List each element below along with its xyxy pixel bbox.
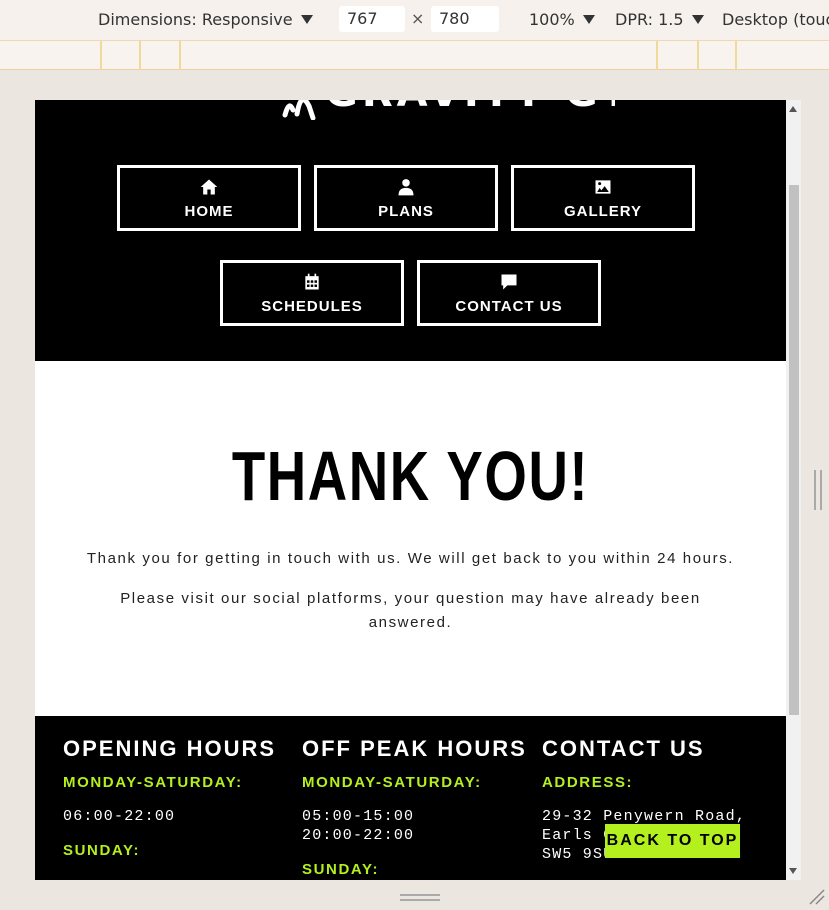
- dpr-dropdown[interactable]: DPR: 1.5: [615, 10, 704, 29]
- height-input[interactable]: 780: [431, 6, 499, 32]
- devtools-toolbar: Dimensions: Responsive 767 × 780 100% DP…: [0, 0, 829, 40]
- scroll-down-arrow-icon[interactable]: [789, 868, 797, 874]
- ruler-mark: [100, 41, 102, 70]
- thank-you-message: Thank you for getting in touch with us. …: [86, 550, 735, 567]
- off-peak-sunday-label: SUNDAY:: [302, 861, 380, 878]
- zoom-label: 100%: [529, 10, 575, 29]
- device-mode-label: Desktop (touc: [722, 10, 829, 29]
- off-peak-hours-morning: 05:00-15:00: [302, 808, 415, 825]
- bottom-resize-handle[interactable]: [400, 894, 440, 902]
- ruler-mark: [656, 41, 658, 70]
- site-header: GRAVITY GYM HOME PLANS GALLERY SCHEDULES…: [35, 100, 786, 361]
- comment-icon: [501, 274, 517, 289]
- page-viewport: GRAVITY GYM HOME PLANS GALLERY SCHEDULES…: [35, 100, 786, 880]
- chevron-down-icon: [582, 15, 595, 24]
- dpr-label: DPR: 1.5: [615, 10, 684, 29]
- dimensions-label: Dimensions: Responsive: [98, 10, 293, 29]
- nav-gallery-button[interactable]: GALLERY: [511, 165, 695, 231]
- opening-hours-title: OPENING HOURS: [63, 736, 277, 761]
- scroll-up-arrow-icon[interactable]: [789, 106, 797, 112]
- opening-weekday-hours: 06:00-22:00: [63, 808, 176, 825]
- nav-home-button[interactable]: HOME: [117, 165, 301, 231]
- nav-schedules-label: SCHEDULES: [261, 297, 363, 315]
- ruler-mark: [697, 41, 699, 70]
- social-message: Please visit our social platforms, your …: [120, 590, 701, 631]
- off-peak-title: OFF PEAK HOURS: [302, 736, 527, 761]
- home-icon: [200, 179, 218, 194]
- zoom-dropdown[interactable]: 100%: [529, 10, 595, 29]
- right-resize-handle[interactable]: [814, 470, 822, 510]
- site-footer: OPENING HOURS MONDAY-SATURDAY: 06:00-22:…: [35, 716, 786, 880]
- page-scrollbar[interactable]: [786, 100, 801, 880]
- logo-text: GRAVITY GYM: [325, 100, 615, 116]
- dimensions-dropdown[interactable]: Dimensions: Responsive: [98, 10, 313, 29]
- device-mode-dropdown[interactable]: Desktop (touc: [722, 10, 829, 29]
- calendar-icon: [305, 273, 319, 289]
- opening-sunday-label: SUNDAY:: [63, 842, 141, 859]
- nav-home-label: HOME: [184, 202, 234, 220]
- contact-title: CONTACT US: [542, 736, 705, 761]
- nav-gallery-label: GALLERY: [563, 202, 643, 220]
- user-icon: [398, 178, 414, 195]
- ruler-mark: [735, 41, 737, 70]
- address-label: ADDRESS:: [542, 774, 634, 791]
- opening-hours-column: OPENING HOURS MONDAY-SATURDAY: 06:00-22:…: [63, 736, 293, 859]
- chevron-down-icon: [300, 15, 313, 24]
- back-to-top-button[interactable]: BACK TO TOP: [605, 824, 740, 858]
- nav-contact-label: CONTACT US: [455, 297, 563, 315]
- off-peak-column: OFF PEAK HOURS MONDAY-SATURDAY: 05:00-15…: [302, 736, 532, 878]
- page-title: THANK YOU!: [231, 437, 590, 515]
- thank-you-section: THANK YOU! Thank you for getting in touc…: [35, 361, 786, 716]
- scroll-thumb[interactable]: [789, 185, 799, 715]
- chevron-down-icon: [691, 15, 704, 24]
- opening-weekday-label: MONDAY-SATURDAY:: [63, 774, 243, 791]
- ruler-mark: [139, 41, 141, 70]
- media-query-ruler[interactable]: [0, 40, 829, 70]
- off-peak-weekday-label: MONDAY-SATURDAY:: [302, 774, 482, 791]
- corner-resize-icon[interactable]: [806, 886, 826, 906]
- site-logo[interactable]: GRAVITY GYM: [235, 100, 615, 120]
- nav-plans-label: PLANS: [378, 202, 434, 220]
- ruler-mark: [179, 41, 181, 70]
- image-icon: [595, 179, 611, 194]
- times-sign: ×: [411, 9, 425, 28]
- width-input[interactable]: 767: [339, 6, 405, 32]
- nav-schedules-button[interactable]: SCHEDULES: [220, 260, 404, 326]
- off-peak-hours-evening: 20:00-22:00: [302, 827, 415, 844]
- nav-contact-button[interactable]: CONTACT US: [417, 260, 601, 326]
- nav-plans-button[interactable]: PLANS: [314, 165, 498, 231]
